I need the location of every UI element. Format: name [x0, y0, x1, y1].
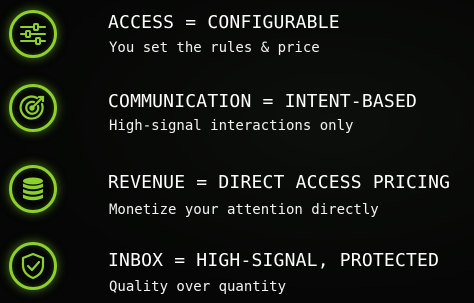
feature-title: COMMUNICATION = INTENT-BASED — [108, 91, 418, 112]
feature-title: INBOX = HIGH-SIGNAL, PROTECTED — [108, 250, 440, 271]
target-icon — [9, 84, 57, 132]
feature-subtitle: You set the rules & price — [109, 40, 320, 56]
feature-subtitle: High-signal interactions only — [109, 118, 354, 134]
feature-subtitle: Monetize your attention directly — [109, 202, 379, 218]
feature-title: ACCESS = CONFIGURABLE — [108, 12, 340, 33]
shield-check-icon — [9, 242, 57, 290]
feature-list: ACCESS = CONFIGURABLE You set the rules … — [0, 0, 474, 303]
feature-subtitle: Quality over quantity — [109, 279, 287, 295]
coin-stack-icon — [9, 165, 57, 213]
feature-inbox: INBOX = HIGH-SIGNAL, PROTECTED Quality o… — [0, 230, 474, 302]
sliders-icon — [9, 10, 57, 58]
feature-access: ACCESS = CONFIGURABLE You set the rules … — [0, 0, 474, 72]
feature-title: REVENUE = DIRECT ACCESS PRICING — [108, 172, 451, 193]
feature-communication: COMMUNICATION = INTENT-BASED High-signal… — [0, 75, 474, 147]
feature-revenue: REVENUE = DIRECT ACCESS PRICING Monetize… — [0, 154, 474, 226]
